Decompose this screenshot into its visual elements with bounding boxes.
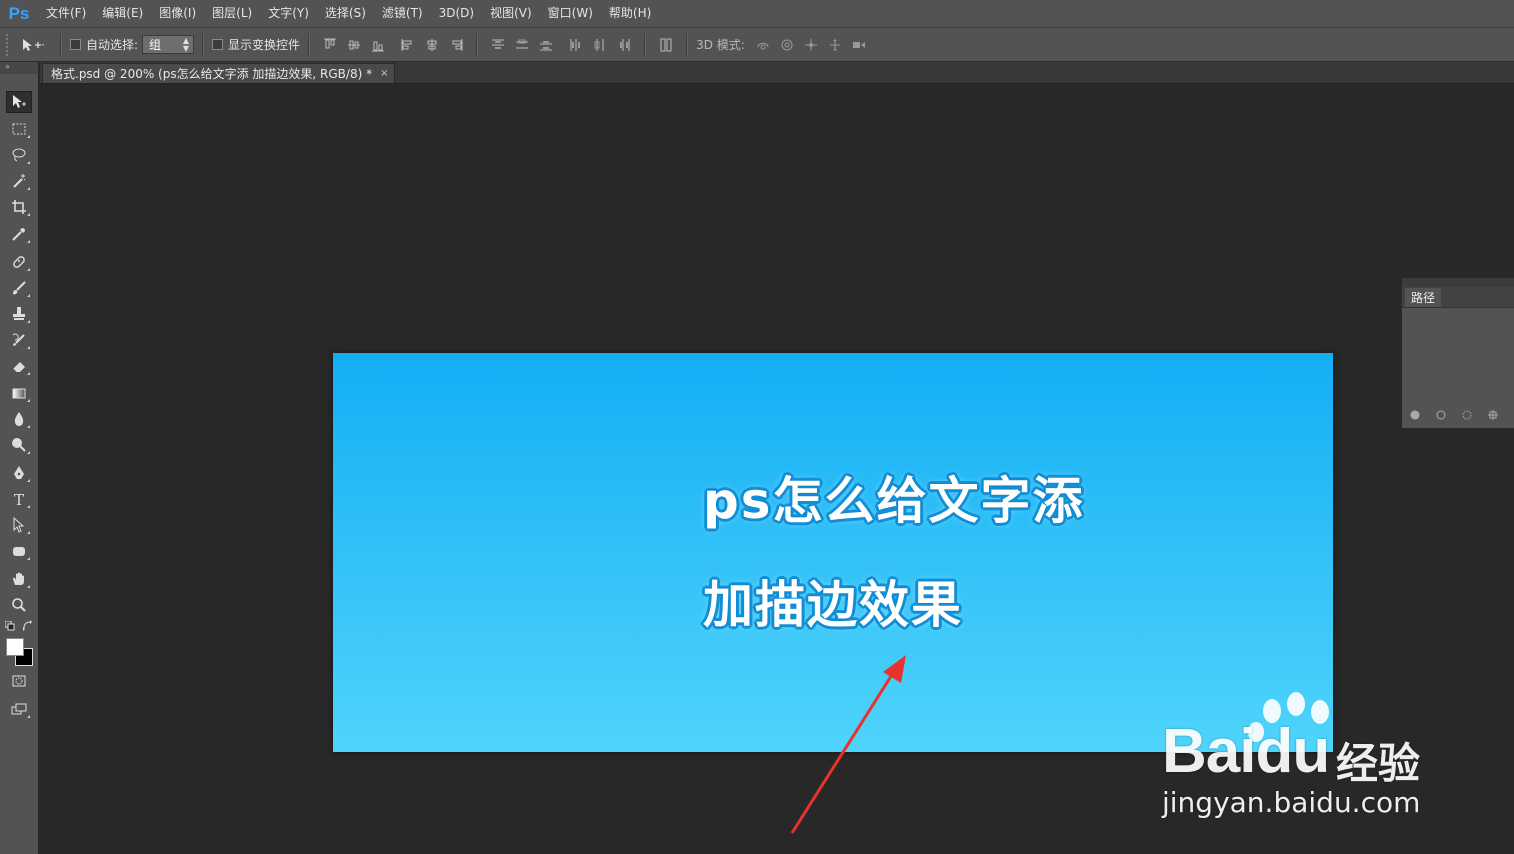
canvas-text-line-2: 加描边效果 xyxy=(703,576,963,634)
paths-panel: 路径 xyxy=(1401,277,1514,429)
document-tab[interactable]: 格式.psd @ 200% (ps怎么给文字添 加描边效果, RGB/8) * … xyxy=(42,63,396,83)
watermark-brand-bai: Bai xyxy=(1162,717,1256,786)
healing-brush-tool-icon[interactable] xyxy=(6,251,32,273)
default-colors-icon[interactable] xyxy=(4,620,15,631)
hand-tool-icon[interactable] xyxy=(6,568,32,590)
brush-tool-icon[interactable] xyxy=(6,277,32,299)
auto-select-value: 组 xyxy=(149,38,162,52)
separator xyxy=(686,33,689,56)
distribute-bottom-icon[interactable] xyxy=(538,37,554,53)
distribute-right-icon[interactable] xyxy=(616,37,632,53)
eyedropper-tool-icon[interactable] xyxy=(6,223,32,245)
gradient-tool-icon[interactable] xyxy=(6,382,32,404)
pen-tool-icon[interactable] xyxy=(6,462,32,484)
tools-panel: » T xyxy=(0,62,39,854)
history-brush-tool-icon[interactable] xyxy=(6,329,32,351)
align-left-icon[interactable] xyxy=(400,37,416,53)
toolbar-collapse-handle[interactable]: » xyxy=(0,62,38,74)
options-bar: 自动选择: 组 ▲ ▼ 显示变换控件 3D 模式: xyxy=(0,28,1514,62)
separator xyxy=(644,33,647,56)
move-tool-icon[interactable] xyxy=(6,91,32,113)
3d-rotate-icon[interactable] xyxy=(755,37,771,53)
menu-file[interactable]: 文件(F) xyxy=(38,0,94,27)
align-hcenter-icon[interactable] xyxy=(424,37,440,53)
auto-select-label: 自动选择: xyxy=(86,38,139,52)
align-right-icon[interactable] xyxy=(448,37,464,53)
panel-header-bar[interactable] xyxy=(1402,278,1514,287)
auto-align-layers-icon[interactable] xyxy=(658,37,674,53)
paths-panel-footer xyxy=(1402,406,1514,422)
marquee-tool-icon[interactable] xyxy=(6,118,32,140)
menu-view[interactable]: 视图(V) xyxy=(482,0,540,27)
eraser-tool-icon[interactable] xyxy=(6,355,32,377)
make-work-path-icon[interactable] xyxy=(1488,409,1498,420)
menu-image[interactable]: 图像(I) xyxy=(151,0,204,27)
distribute-top-icon[interactable] xyxy=(490,37,506,53)
screen-mode-icon[interactable] xyxy=(6,698,32,720)
menu-type[interactable]: 文字(Y) xyxy=(260,0,317,27)
blur-tool-icon[interactable] xyxy=(6,408,32,430)
dodge-tool-icon[interactable] xyxy=(6,434,32,456)
align-top-icon[interactable] xyxy=(322,37,338,53)
tab-paths[interactable]: 路径 xyxy=(1405,288,1441,307)
watermark-url: jingyan.baidu.com xyxy=(1162,786,1421,819)
show-transform-checkbox[interactable] xyxy=(212,39,224,50)
auto-select-checkbox[interactable] xyxy=(70,39,81,50)
distribute-hcenter-icon[interactable] xyxy=(592,37,608,53)
options-grip[interactable] xyxy=(6,33,14,56)
updown-arrow-icon: ▲ ▼ xyxy=(182,35,190,53)
watermark-brand: Baidu xyxy=(1162,716,1330,787)
zoom-tool-icon[interactable] xyxy=(6,594,32,616)
magic-wand-tool-icon[interactable] xyxy=(6,170,32,192)
3d-slide-icon[interactable] xyxy=(827,37,843,53)
shape-tool-icon[interactable] xyxy=(6,540,32,562)
move-tool-preset-icon[interactable] xyxy=(18,37,48,53)
mode-3d-label: 3D 模式: xyxy=(696,38,745,52)
svg-text:T: T xyxy=(14,491,24,507)
menu-edit[interactable]: 编辑(E) xyxy=(94,0,151,27)
distribute-left-icon[interactable] xyxy=(568,37,584,53)
3d-roll-icon[interactable] xyxy=(779,37,795,53)
fill-path-icon[interactable] xyxy=(1410,409,1420,420)
show-transform-label: 显示变换控件 xyxy=(228,38,301,52)
menu-filter[interactable]: 滤镜(T) xyxy=(374,0,431,27)
menu-help[interactable]: 帮助(H) xyxy=(601,0,659,27)
watermark-brand-du: du xyxy=(1255,717,1330,786)
clone-stamp-tool-icon[interactable] xyxy=(6,303,32,325)
document-tab-bar: 格式.psd @ 200% (ps怎么给文字添 加描边效果, RGB/8) * … xyxy=(40,62,1514,84)
photoshop-logo: Ps xyxy=(8,3,30,23)
menu-bar: Ps 文件(F) 编辑(E) 图像(I) 图层(L) 文字(Y) 选择(S) 滤… xyxy=(0,0,1514,28)
separator xyxy=(60,33,62,56)
watermark-jingyan: 经验 xyxy=(1336,739,1421,788)
menu-3d[interactable]: 3D(D) xyxy=(431,0,482,27)
auto-select-dropdown[interactable]: 组 ▲ ▼ xyxy=(142,35,195,54)
stroke-path-icon[interactable] xyxy=(1436,409,1446,420)
menu-select[interactable]: 选择(S) xyxy=(317,0,374,27)
swap-colors-icon[interactable] xyxy=(22,619,34,631)
menu-window[interactable]: 窗口(W) xyxy=(540,0,601,27)
menu-layer[interactable]: 图层(L) xyxy=(204,0,260,27)
foreground-color-swatch[interactable] xyxy=(6,638,24,656)
separator xyxy=(308,33,311,56)
crop-tool-icon[interactable] xyxy=(6,196,32,218)
3d-scale-icon[interactable] xyxy=(851,37,867,53)
lasso-tool-icon[interactable] xyxy=(6,144,32,166)
type-tool-icon[interactable]: T xyxy=(6,488,32,510)
quick-mask-icon[interactable] xyxy=(6,670,32,692)
load-as-selection-icon[interactable] xyxy=(1462,409,1472,420)
canvas-text-line-1: ps怎么给文字添 xyxy=(703,472,1085,530)
3d-pan-icon[interactable] xyxy=(803,37,819,53)
close-icon[interactable]: × xyxy=(380,68,388,79)
align-bottom-icon[interactable] xyxy=(370,37,386,53)
paths-tab-bar: 路径 xyxy=(1402,287,1514,308)
separator xyxy=(202,33,205,56)
align-vcenter-icon[interactable] xyxy=(346,37,362,53)
distribute-vcenter-icon[interactable] xyxy=(514,37,530,53)
document-tab-title: 格式.psd @ 200% (ps怎么给文字添 加描边效果, RGB/8) * xyxy=(51,67,373,81)
path-selection-tool-icon[interactable] xyxy=(6,514,32,536)
separator xyxy=(476,33,479,56)
